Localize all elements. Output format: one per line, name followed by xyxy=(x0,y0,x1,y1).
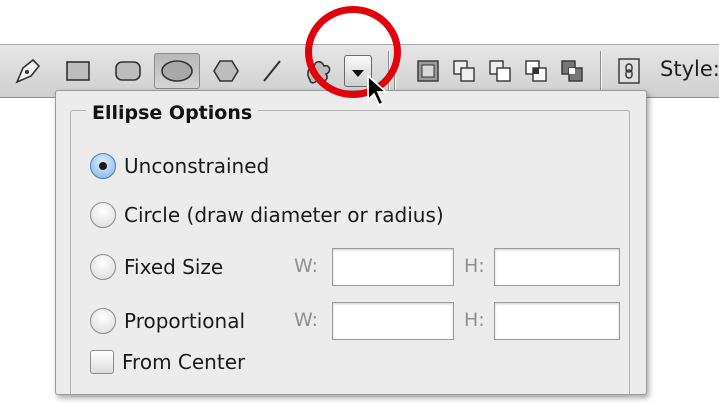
proportional-width-label: W: xyxy=(294,309,319,331)
toolbar-divider xyxy=(600,51,601,91)
proportional-option[interactable]: Proportional xyxy=(90,306,245,336)
subtract-shape-icon[interactable] xyxy=(482,53,518,89)
fixed-size-label: Fixed Size xyxy=(124,255,224,279)
proportional-label: Proportional xyxy=(124,309,246,333)
add-to-shape-icon[interactable] xyxy=(446,53,482,89)
fixed-width-label: W: xyxy=(294,255,319,277)
fixed-size-radio[interactable] xyxy=(90,254,116,280)
from-center-checkbox[interactable] xyxy=(90,350,114,374)
fixed-height-label: H: xyxy=(464,255,485,277)
unconstrained-radio[interactable] xyxy=(90,153,116,179)
polygon-tool-icon[interactable] xyxy=(208,53,244,89)
from-center-option[interactable]: From Center xyxy=(90,347,245,377)
rounded-rectangle-tool-icon[interactable] xyxy=(110,53,146,89)
new-layer-mode-icon[interactable] xyxy=(410,53,446,89)
pen-tool-icon[interactable] xyxy=(10,53,46,89)
radio-dot xyxy=(99,162,107,170)
style-label: Style: xyxy=(660,57,719,81)
fixed-height-input[interactable] xyxy=(494,248,620,286)
link-layer-style-icon[interactable] xyxy=(612,53,646,89)
proportional-radio[interactable] xyxy=(90,308,116,334)
mouse-cursor-icon xyxy=(367,74,389,107)
fixed-size-option[interactable]: Fixed Size xyxy=(90,252,223,282)
exclude-overlap-icon[interactable] xyxy=(554,53,590,89)
line-tool-icon[interactable] xyxy=(254,53,290,89)
ellipse-tool-icon[interactable] xyxy=(154,53,200,89)
ellipse-options-panel: Ellipse Options Unconstrained Circle (dr… xyxy=(55,90,647,397)
intersect-shape-icon[interactable] xyxy=(518,53,554,89)
rectangle-tool-icon[interactable] xyxy=(60,53,96,89)
unconstrained-option[interactable]: Unconstrained xyxy=(90,151,269,181)
proportional-height-label: H: xyxy=(464,309,485,331)
panel-title: Ellipse Options xyxy=(86,102,259,124)
proportional-width-input[interactable] xyxy=(332,302,454,340)
fixed-width-input[interactable] xyxy=(332,248,454,286)
unconstrained-label: Unconstrained xyxy=(124,154,270,178)
circle-label: Circle (draw diameter or radius) xyxy=(124,203,444,227)
circle-option[interactable]: Circle (draw diameter or radius) xyxy=(90,200,444,230)
circle-radio[interactable] xyxy=(90,202,116,228)
from-center-label: From Center xyxy=(122,350,246,374)
proportional-height-input[interactable] xyxy=(494,302,620,340)
